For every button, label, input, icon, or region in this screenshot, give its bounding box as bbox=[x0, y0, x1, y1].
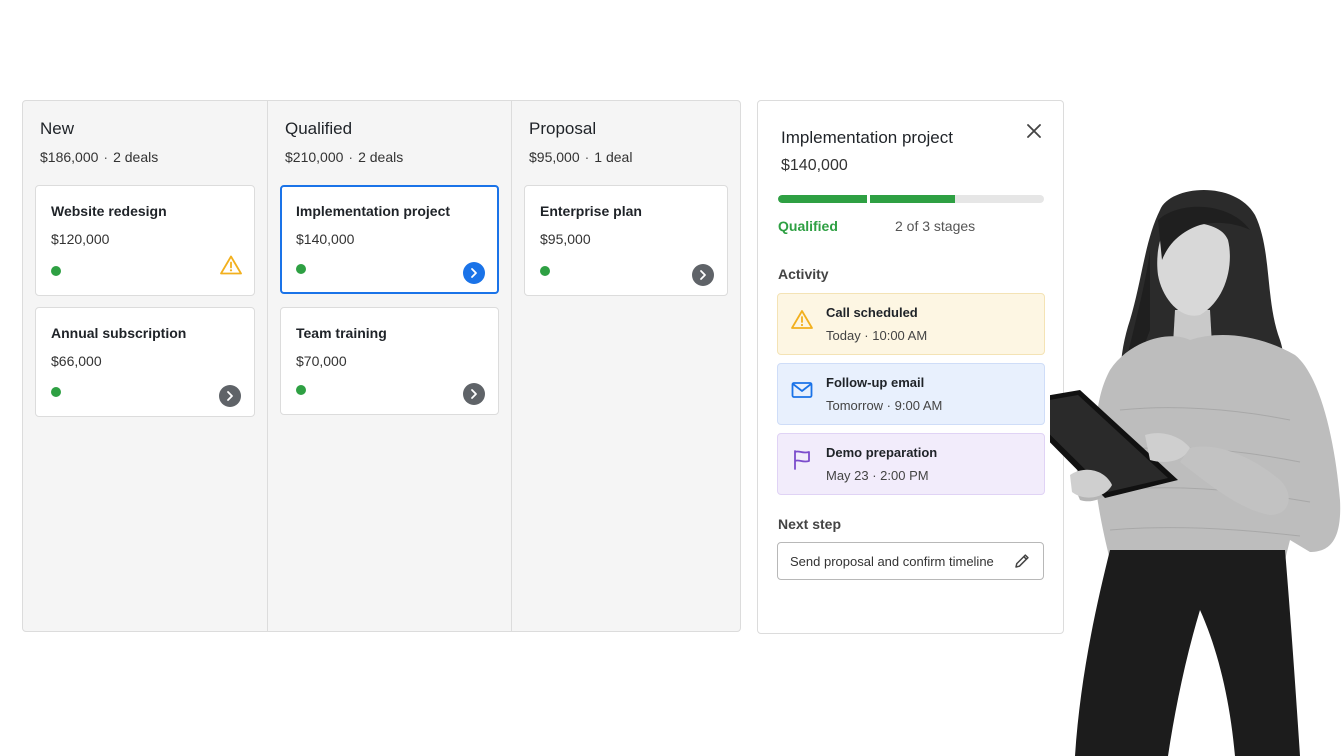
deal-title: Enterprise plan bbox=[540, 203, 642, 219]
activity-heading: Activity bbox=[778, 266, 829, 282]
status-dot bbox=[51, 266, 61, 276]
separator: · bbox=[103, 149, 109, 165]
deal-card-implementation-project[interactable]: Implementation project $140,000 bbox=[280, 185, 499, 294]
status-dot bbox=[296, 264, 306, 274]
stage-count: 2 of 3 stages bbox=[895, 218, 976, 234]
column-deal-count: 2 deals bbox=[113, 149, 159, 165]
chevron-right-icon bbox=[700, 270, 706, 280]
separator: · bbox=[348, 149, 354, 165]
column-title: Qualified bbox=[285, 119, 353, 138]
pencil-icon[interactable] bbox=[1013, 552, 1031, 570]
detail-value: $140,000 bbox=[781, 157, 848, 174]
deal-value: $95,000 bbox=[540, 231, 591, 247]
activity-item-call[interactable]: Call scheduled Today · 10:00 AM bbox=[777, 293, 1045, 355]
status-dot bbox=[540, 266, 550, 276]
column-summary: $210,000 · 2 deals bbox=[285, 149, 499, 165]
status-dot bbox=[51, 387, 61, 397]
open-deal-button[interactable] bbox=[219, 385, 241, 407]
column-deal-count: 1 deal bbox=[594, 149, 633, 165]
next-step-field[interactable]: Send proposal and confirm timeline bbox=[777, 542, 1044, 580]
deal-value: $140,000 bbox=[296, 231, 355, 247]
column-total: $95,000 bbox=[529, 149, 580, 165]
deal-detail-panel: Implementation project $140,000 Qualifie… bbox=[757, 100, 1064, 634]
chevron-right-icon bbox=[471, 389, 477, 399]
column-title: Proposal bbox=[529, 119, 597, 138]
open-deal-button[interactable] bbox=[463, 262, 485, 284]
deal-title: Implementation project bbox=[296, 203, 451, 219]
deal-value: $70,000 bbox=[296, 353, 347, 369]
warning-icon bbox=[220, 255, 242, 275]
open-deal-button[interactable] bbox=[692, 264, 714, 286]
chevron-right-icon bbox=[471, 268, 477, 278]
next-step-text: Send proposal and confirm timeline bbox=[790, 554, 994, 569]
pipeline-board: New $186,000 · 2 deals Website redesign $1… bbox=[22, 100, 741, 632]
column-total: $210,000 bbox=[285, 149, 344, 165]
person-with-tablet-photo bbox=[1050, 190, 1341, 756]
deal-card-website-redesign[interactable]: Website redesign $120,000 bbox=[35, 185, 255, 296]
column-proposal: Proposal $95,000 · 1 deal Enterprise plan … bbox=[511, 101, 740, 631]
separator: · bbox=[584, 149, 590, 165]
deal-title: Website redesign bbox=[51, 203, 167, 219]
column-deal-count: 2 deals bbox=[358, 149, 404, 165]
next-step-heading: Next step bbox=[778, 516, 842, 532]
warning-icon bbox=[791, 310, 813, 329]
flag-icon bbox=[794, 450, 810, 470]
column-new: New $186,000 · 2 deals Website redesign $1… bbox=[23, 101, 267, 631]
detail-title: Implementation project bbox=[781, 128, 953, 147]
deal-value: $66,000 bbox=[51, 353, 102, 369]
open-deal-button[interactable] bbox=[463, 383, 485, 405]
activity-title: Demo preparation bbox=[826, 445, 938, 460]
activity-time: Tomorrow · 9:00 AM bbox=[826, 398, 943, 413]
activity-title: Call scheduled bbox=[826, 305, 918, 320]
deal-card-annual-subscription[interactable]: Annual subscription $66,000 bbox=[35, 307, 255, 417]
activity-time: May 23 · 2:00 PM bbox=[826, 468, 929, 483]
activity-item-email[interactable]: Follow-up email Tomorrow · 9:00 AM bbox=[777, 363, 1045, 425]
stage-progress-bar bbox=[778, 195, 1044, 203]
column-title: New bbox=[40, 119, 75, 138]
chevron-right-icon bbox=[227, 391, 233, 401]
status-dot bbox=[296, 385, 306, 395]
deal-card-enterprise-plan[interactable]: Enterprise plan $95,000 bbox=[524, 185, 728, 296]
activity-item-demo[interactable]: Demo preparation May 23 · 2:00 PM bbox=[777, 433, 1045, 495]
activity-time: Today · 10:00 AM bbox=[826, 328, 928, 343]
activity-title: Follow-up email bbox=[826, 375, 925, 390]
column-summary: $95,000 · 1 deal bbox=[529, 149, 728, 165]
deal-title: Annual subscription bbox=[51, 325, 187, 341]
current-stage-label: Qualified bbox=[778, 218, 838, 234]
deal-value: $120,000 bbox=[51, 231, 110, 247]
deal-card-team-training[interactable]: Team training $70,000 bbox=[280, 307, 499, 415]
stage-divider bbox=[866, 195, 870, 203]
column-total: $186,000 bbox=[40, 149, 99, 165]
column-qualified: Qualified $210,000 · 2 deals Implementatio… bbox=[267, 101, 511, 631]
deal-title: Team training bbox=[296, 325, 387, 341]
mail-icon bbox=[791, 382, 813, 398]
column-summary: $186,000 · 2 deals bbox=[40, 149, 255, 165]
close-icon[interactable] bbox=[1025, 122, 1043, 140]
